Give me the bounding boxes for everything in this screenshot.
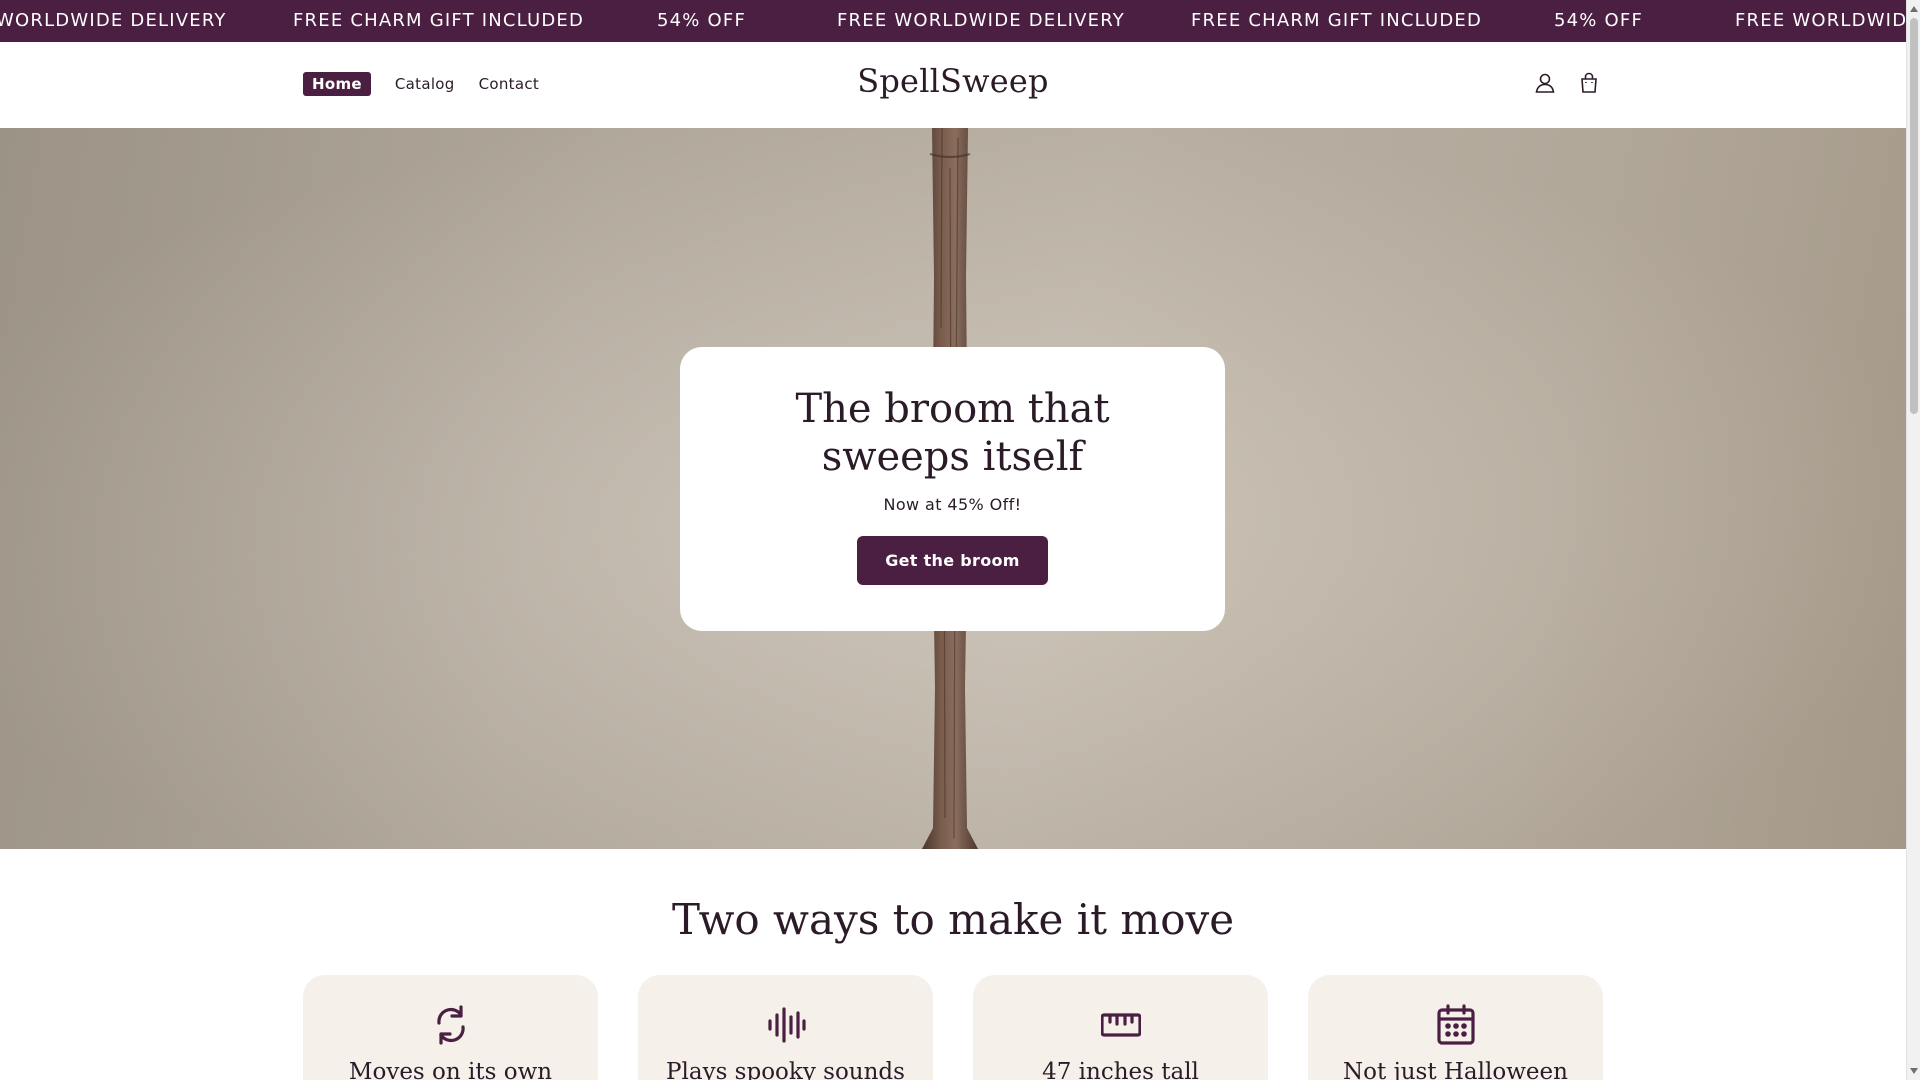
site-logo[interactable]: SpellSweep <box>0 62 1906 100</box>
feature-card: Plays spooky sounds <box>638 975 933 1080</box>
hero-title: The broom that sweeps itself <box>795 386 1110 480</box>
hero-subtitle: Now at 45% Off! <box>883 495 1022 514</box>
features-title: Two ways to make it move <box>671 895 1235 944</box>
feature-card: 47 inches tall <box>973 975 1268 1080</box>
feature-label: 47 inches tall <box>1042 1059 1199 1080</box>
hero-banner: The broom that sweeps itself Now at 45% … <box>0 128 1906 849</box>
account-icon[interactable] <box>1532 70 1558 96</box>
scroll-down-arrow[interactable] <box>1910 1068 1918 1074</box>
announcement-item: FREE WORLDWIDE <box>1735 10 1906 31</box>
announcement-item: 54% OFF <box>657 10 747 31</box>
page-scrollbar[interactable] <box>1906 0 1920 1080</box>
feature-label: Moves on its own <box>348 1059 553 1080</box>
scroll-thumb[interactable] <box>1910 18 1918 414</box>
announcement-item: FREE CHARM GIFT INCLUDED <box>293 10 585 31</box>
header-icons <box>1532 70 1602 96</box>
feature-label: Plays spooky sounds <box>666 1059 905 1080</box>
hero-card: The broom that sweeps itself Now at 45% … <box>680 347 1225 631</box>
refresh-icon <box>437 1005 465 1045</box>
announcement-bar: WORLDWIDE DELIVERY FREE CHARM GIFT INCLU… <box>0 0 1906 42</box>
site-header: Home Catalog Contact SpellSweep <box>0 42 1906 128</box>
feature-card: Moves on its own <box>303 975 598 1080</box>
scroll-up-arrow[interactable] <box>1910 6 1918 12</box>
announcement-track: WORLDWIDE DELIVERY FREE CHARM GIFT INCLU… <box>0 0 1906 42</box>
cart-icon[interactable] <box>1576 70 1602 96</box>
announcement-item: FREE WORLDWIDE DELIVERY <box>837 10 1125 31</box>
calendar-icon <box>1437 1004 1475 1045</box>
announcement-item: WORLDWIDE DELIVERY <box>0 10 227 31</box>
announcement-item: 54% OFF <box>1554 10 1644 31</box>
soundwave-icon <box>768 1007 806 1043</box>
announcement-item: FREE CHARM GIFT INCLUDED <box>1191 10 1483 31</box>
feature-card: Not just Halloween <box>1308 975 1603 1080</box>
features-grid: Moves on its own Plays spooky sounds 47 … <box>303 975 1603 1080</box>
get-broom-button[interactable]: Get the broom <box>857 536 1048 585</box>
ruler-icon <box>1101 1013 1141 1037</box>
feature-label: Not just Halloween <box>1343 1059 1568 1080</box>
